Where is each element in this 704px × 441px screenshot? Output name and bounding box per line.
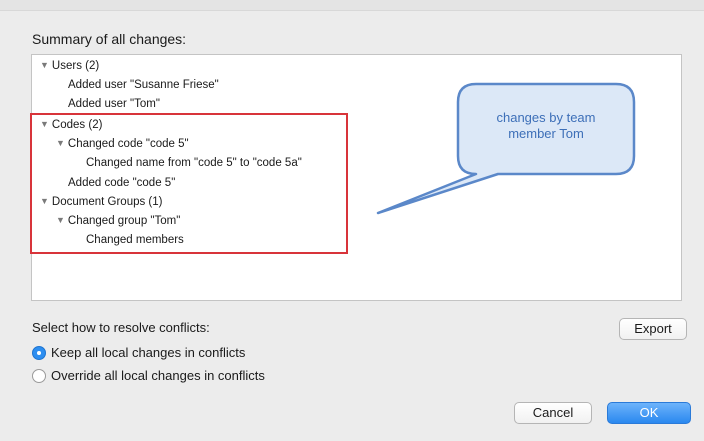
summary-title: Summary of all changes: (32, 31, 187, 47)
option-label: Keep all local changes in conflicts (51, 345, 246, 360)
tree-node-label: Users (2) (51, 60, 100, 72)
resolve-conflicts-label: Select how to resolve conflicts: (32, 320, 210, 335)
export-button[interactable]: Export (619, 318, 687, 340)
radio-button[interactable] (32, 368, 46, 383)
callout-line: changes by team (496, 110, 596, 125)
ok-button[interactable]: OK (607, 402, 691, 424)
cancel-button[interactable]: Cancel (514, 402, 592, 424)
highlight-box (30, 113, 348, 254)
radio-button-selected[interactable] (32, 345, 46, 360)
tree-leaf-label: Added user "Tom" (68, 98, 160, 110)
tree-leaf-added-user[interactable]: Added user "Tom" (68, 97, 160, 111)
option-label: Override all local changes in conflicts (51, 368, 265, 383)
tree-leaf-added-user[interactable]: Added user "Susanne Friese" (68, 78, 219, 92)
callout-text: changes by team member Tom (462, 110, 630, 142)
keep-local-option[interactable]: Keep all local changes in conflicts (32, 345, 245, 360)
tree-node-users[interactable]: ▼ Users (2) (40, 59, 99, 73)
tree-leaf-label: Added user "Susanne Friese" (68, 79, 219, 91)
callout-line: member Tom (508, 126, 584, 141)
override-local-option[interactable]: Override all local changes in conflicts (32, 368, 265, 383)
dialog-top-edge (0, 0, 704, 11)
disclosure-triangle-icon[interactable]: ▼ (40, 58, 49, 72)
